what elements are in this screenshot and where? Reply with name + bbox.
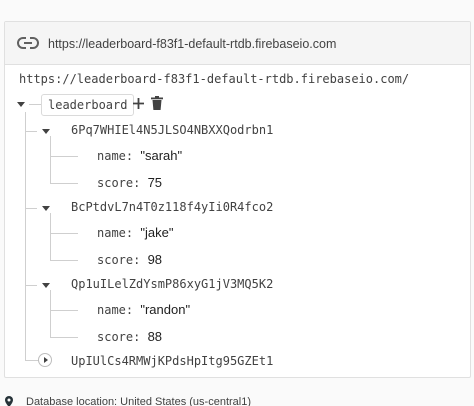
collapse-entry-caret-icon[interactable]: [42, 283, 50, 288]
database-location: Database location: United States (us-cen…: [26, 396, 252, 406]
entry-field-name[interactable]: name: "randon": [97, 302, 190, 317]
database-panel: https://leaderboard-f83f1-default-rtdb.f…: [4, 21, 471, 378]
entry-field-name[interactable]: name: "jake": [97, 225, 173, 240]
plus-icon[interactable]: [132, 97, 145, 110]
root-node-chip[interactable]: leaderboard: [41, 94, 135, 116]
entry-key[interactable]: UpIUlCs4RMWjKPdsHpItg95GZEt1: [71, 354, 273, 368]
entry-field-score[interactable]: score: 98: [97, 252, 162, 267]
collapse-root-caret-icon[interactable]: [17, 102, 25, 107]
entry-key[interactable]: 6Pq7WHIEl4N5JLSO4NBXXQodrbn1: [71, 123, 273, 137]
entry-field-score[interactable]: score: 88: [97, 329, 162, 344]
entry-key[interactable]: Qp1uILelZdYsmP86xyG1jV3MQ5K2: [71, 277, 273, 291]
entry-field-score[interactable]: score: 75: [97, 175, 162, 190]
footer: Database location: United States (us-cen…: [0, 390, 474, 406]
collapse-entry-caret-icon[interactable]: [42, 129, 50, 134]
entry-key[interactable]: BcPtdvL7n4T0z118f4yIi0R4fco2: [71, 200, 273, 214]
map-pin-icon: [5, 396, 13, 406]
expand-entry-caret-icon[interactable]: [38, 353, 52, 367]
collapse-entry-caret-icon[interactable]: [42, 206, 50, 211]
entry-field-name[interactable]: name: "sarah": [97, 148, 182, 163]
data-tree: leaderboard 6Pq7WHIEl4N5JLSO4NBXXQodrbn1…: [5, 22, 470, 377]
trash-icon[interactable]: [151, 96, 163, 110]
